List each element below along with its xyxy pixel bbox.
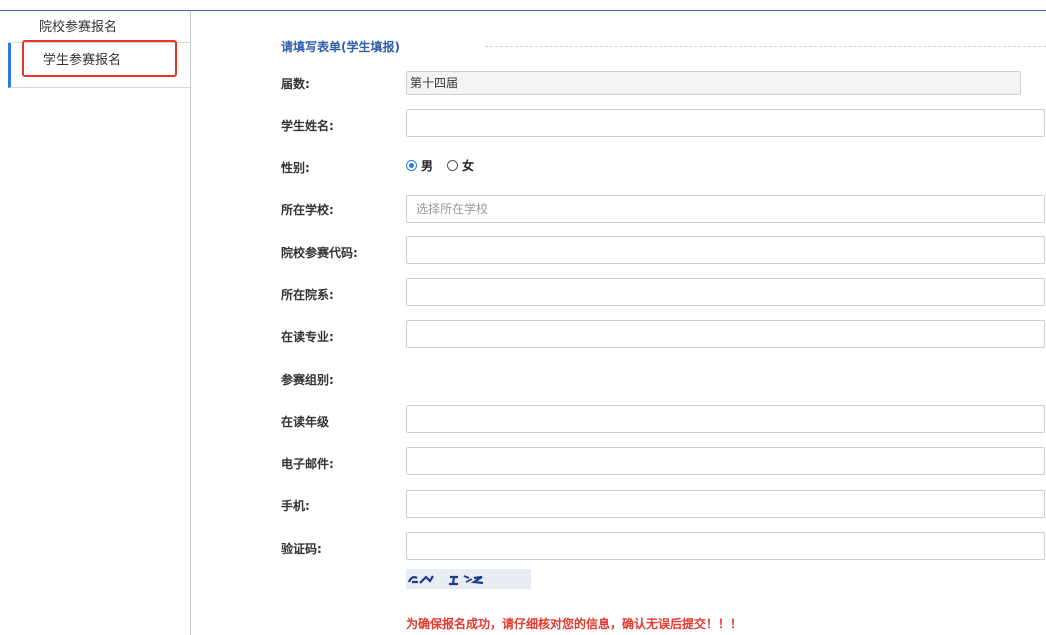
phone-field[interactable] <box>406 490 1045 518</box>
legend-divider <box>485 46 1046 47</box>
school-code-label: 院校参赛代码: <box>281 246 358 260</box>
phone-input[interactable] <box>410 491 1044 517</box>
department-field[interactable] <box>406 278 1045 306</box>
grade-field[interactable] <box>406 405 1045 433</box>
email-label: 电子邮件: <box>281 457 334 471</box>
submit-warning-text: 为确保报名成功，请仔细核对您的信息，确认无误后提交！！！ <box>406 617 743 631</box>
sidebar-item-label: 学生参赛报名 <box>43 53 122 68</box>
gender-label: 性别: <box>281 161 310 175</box>
name-label: 学生姓名: <box>281 119 334 133</box>
captcha-label: 验证码: <box>281 542 322 556</box>
grade-input[interactable] <box>410 406 1044 432</box>
gender-male-label[interactable]: 男 <box>421 157 433 174</box>
email-field[interactable] <box>406 447 1045 475</box>
sidebar: 院校参赛报名 学生参赛报名 <box>0 11 191 635</box>
school-select[interactable]: 选择所在学校 <box>406 195 1045 223</box>
captcha-input[interactable] <box>410 533 1044 559</box>
department-label: 所在院系: <box>281 288 334 302</box>
captcha-image[interactable] <box>406 569 531 589</box>
gender-male-radio[interactable] <box>406 160 417 171</box>
session-value: 第十四届 <box>410 76 459 90</box>
sidebar-item-college-registration[interactable]: 院校参赛报名 <box>8 13 190 43</box>
captcha-field[interactable] <box>406 532 1045 560</box>
school-label: 所在学校: <box>281 203 334 217</box>
gender-female-radio[interactable] <box>447 160 459 171</box>
name-field[interactable] <box>406 109 1045 137</box>
major-input[interactable] <box>410 321 1044 347</box>
department-input[interactable] <box>410 279 1044 305</box>
name-input[interactable] <box>410 110 1044 136</box>
phone-label: 手机: <box>281 499 310 513</box>
school-code-field[interactable] <box>406 236 1045 264</box>
session-label: 届数: <box>281 77 310 91</box>
gender-radio-group: 男 女 <box>406 157 488 174</box>
gender-female-label[interactable]: 女 <box>462 157 474 174</box>
grade-label: 在读年级 <box>281 415 330 429</box>
form-legend: 请填写表单(学生填报) <box>281 40 400 54</box>
group-label: 参赛组别: <box>281 373 334 387</box>
major-label: 在读专业: <box>281 330 334 344</box>
email-input[interactable] <box>410 448 1044 474</box>
sidebar-item-student-registration[interactable]: 学生参赛报名 <box>8 43 190 88</box>
school-placeholder: 选择所在学校 <box>416 202 489 216</box>
sidebar-item-label: 院校参赛报名 <box>39 20 118 35</box>
school-code-input[interactable] <box>410 237 1044 263</box>
major-field[interactable] <box>406 320 1045 348</box>
session-field: 第十四届 <box>406 71 1021 95</box>
captcha-glyphs-icon <box>407 575 484 586</box>
